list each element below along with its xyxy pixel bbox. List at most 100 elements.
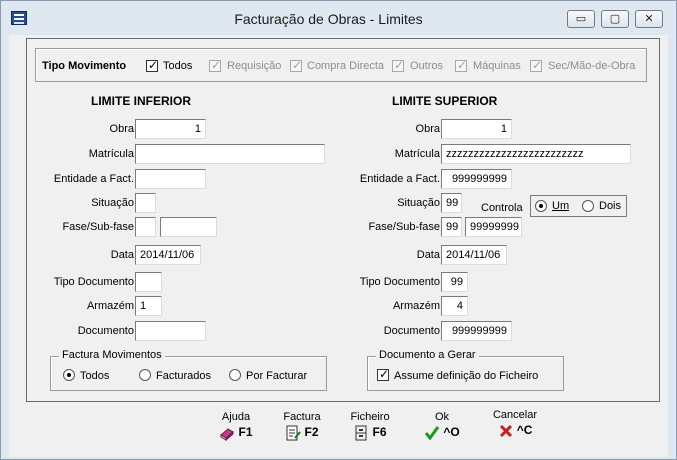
sup-matricula-input[interactable]: zzzzzzzzzzzzzzzzzzzzzzzzz xyxy=(441,144,631,164)
limite-inferior-heading: LIMITE INFERIOR xyxy=(91,94,191,108)
controla-um-label[interactable]: Um xyxy=(552,200,569,212)
outros-checkbox: ✓ xyxy=(392,58,405,72)
sup-fase-label: Fase/Sub-fase xyxy=(368,221,440,233)
factura-key: F2 xyxy=(304,425,319,439)
app-window: Facturação de Obras - Limites ▭ ▢ ✕ Tipo… xyxy=(0,0,677,460)
invoice-icon xyxy=(285,425,302,441)
limite-superior-heading: LIMITE SUPERIOR xyxy=(392,94,498,108)
tipo-movimento-label: Tipo Movimento xyxy=(42,60,127,72)
window-title: Facturação de Obras - Limites xyxy=(234,11,423,27)
sup-data-input[interactable]: 2014/11/06 xyxy=(441,245,507,265)
todos-checkbox[interactable]: ✓ xyxy=(146,58,158,72)
file-cabinet-icon xyxy=(353,425,369,441)
inf-armazem-label: Armazém xyxy=(86,300,134,312)
sup-armazem-label: Armazém xyxy=(392,300,440,312)
sup-documento-input[interactable]: 999999999 xyxy=(441,321,512,341)
restore-button[interactable]: ▢ xyxy=(601,10,629,28)
documento-gerar-title: Documento a Gerar xyxy=(376,349,479,361)
inf-fase-input[interactable] xyxy=(135,217,156,237)
close-button[interactable]: ✕ xyxy=(635,10,663,28)
sup-tipo-documento-label: Tipo Documento xyxy=(359,276,440,288)
minimize-button[interactable]: ▭ xyxy=(567,10,595,28)
maquinas-checkbox-label: Máquinas xyxy=(473,60,521,72)
compra-directa-checkbox: ✓ xyxy=(290,58,303,72)
controla-dois-label[interactable]: Dois xyxy=(599,200,621,212)
todos-checkbox-label[interactable]: Todos xyxy=(163,60,192,72)
cancelar-key: ^C xyxy=(516,423,533,437)
factura-label: Factura xyxy=(283,411,321,423)
inf-obra-label: Obra xyxy=(109,123,134,135)
inf-data-label: Data xyxy=(110,249,134,261)
inf-fase-label: Fase/Sub-fase xyxy=(62,221,134,233)
factura-facturados-radio[interactable] xyxy=(139,369,151,381)
inf-armazem-input[interactable]: 1 xyxy=(135,296,162,316)
cancelar-button[interactable]: Cancelar ^C xyxy=(485,409,545,439)
ok-key: ^O xyxy=(443,425,460,439)
factura-movimentos-title: Factura Movimentos xyxy=(59,349,165,361)
cancel-x-icon xyxy=(498,423,514,439)
sup-fase-input[interactable]: 99 xyxy=(441,217,462,237)
factura-button[interactable]: Factura F2 xyxy=(275,411,329,441)
factura-por-facturar-radio[interactable] xyxy=(229,369,241,381)
compra-directa-checkbox-label: Compra Directa xyxy=(307,60,385,72)
sup-matricula-label: Matrícula xyxy=(394,148,440,160)
inf-entidade-input[interactable] xyxy=(135,169,206,189)
checkmark-icon xyxy=(424,425,440,441)
sup-obra-label: Obra xyxy=(415,123,440,135)
controla-label: Controla xyxy=(481,202,523,214)
factura-todos-label[interactable]: Todos xyxy=(80,370,109,382)
inf-tipo-documento-label: Tipo Documento xyxy=(53,276,134,288)
sec-mao-de-obra-checkbox: ✓ xyxy=(530,58,543,72)
ok-label: Ok xyxy=(434,411,450,423)
inf-matricula-label: Matrícula xyxy=(88,148,134,160)
ficheiro-button[interactable]: Ficheiro F6 xyxy=(343,411,397,441)
assume-definicao-label[interactable]: Assume definição do Ficheiro xyxy=(394,370,538,382)
ajuda-label: Ajuda xyxy=(221,411,251,423)
sup-situacao-input[interactable]: 99 xyxy=(441,193,462,213)
sup-entidade-input[interactable]: 999999999 xyxy=(441,169,512,189)
requisicao-checkbox: ✓ xyxy=(209,58,222,72)
book-icon xyxy=(219,425,235,442)
inf-data-input[interactable]: 2014/11/06 xyxy=(135,245,201,265)
controla-um-radio[interactable] xyxy=(535,200,547,212)
requisicao-checkbox-label: Requisição xyxy=(227,60,282,72)
factura-por-facturar-label[interactable]: Por Facturar xyxy=(246,370,307,382)
controla-radio-group: Um Dois xyxy=(530,195,627,217)
ficheiro-label: Ficheiro xyxy=(350,411,390,423)
title-bar: Facturação de Obras - Limites ▭ ▢ ✕ xyxy=(1,1,676,35)
inf-tipo-documento-input[interactable] xyxy=(135,272,162,292)
sup-armazem-input[interactable]: 4 xyxy=(441,296,468,316)
assume-definicao-checkbox[interactable]: ✓ xyxy=(377,367,389,381)
inf-situacao-label: Situação xyxy=(91,197,134,209)
sup-situacao-label: Situação xyxy=(397,197,440,209)
client-area: Tipo Movimento ✓ Todos ✓ Requisição ✓ Co… xyxy=(9,35,668,457)
sup-tipo-documento-input[interactable]: 99 xyxy=(441,272,468,292)
filter-panel: Tipo Movimento ✓ Todos ✓ Requisição ✓ Co… xyxy=(26,38,660,402)
sup-obra-input[interactable]: 1 xyxy=(441,119,512,139)
cancelar-label: Cancelar xyxy=(492,409,538,421)
inf-situacao-input[interactable] xyxy=(135,193,156,213)
inf-obra-input[interactable]: 1 xyxy=(135,119,206,139)
sup-documento-label: Documento xyxy=(383,325,440,337)
factura-todos-radio[interactable] xyxy=(63,369,75,381)
documento-gerar-group: Documento a Gerar ✓ Assume definição do … xyxy=(367,349,564,391)
controla-dois-radio[interactable] xyxy=(582,200,594,212)
inf-documento-input[interactable] xyxy=(135,321,206,341)
ok-button[interactable]: Ok ^O xyxy=(415,411,469,441)
ajuda-button[interactable]: Ajuda F1 xyxy=(209,411,263,442)
maquinas-checkbox: ✓ xyxy=(455,58,468,72)
inf-documento-label: Documento xyxy=(77,325,134,337)
sec-mao-de-obra-checkbox-label: Sec/Mão-de-Obra xyxy=(548,60,636,72)
inf-matricula-input[interactable] xyxy=(135,144,325,164)
ficheiro-key: F6 xyxy=(372,425,387,439)
inf-subfase-input[interactable] xyxy=(160,217,217,237)
sup-data-label: Data xyxy=(416,249,440,261)
factura-facturados-label[interactable]: Facturados xyxy=(156,370,211,382)
tipo-movimento-group: Tipo Movimento ✓ Todos ✓ Requisição ✓ Co… xyxy=(35,48,647,82)
ajuda-key: F1 xyxy=(238,425,253,439)
inf-entidade-label: Entidade a Fact. xyxy=(53,173,134,185)
factura-movimentos-group: Factura Movimentos Todos Facturados Por … xyxy=(50,349,327,391)
sup-entidade-label: Entidade a Fact. xyxy=(359,173,440,185)
sup-subfase-input[interactable]: 99999999 xyxy=(465,217,522,237)
outros-checkbox-label: Outros xyxy=(410,60,444,72)
